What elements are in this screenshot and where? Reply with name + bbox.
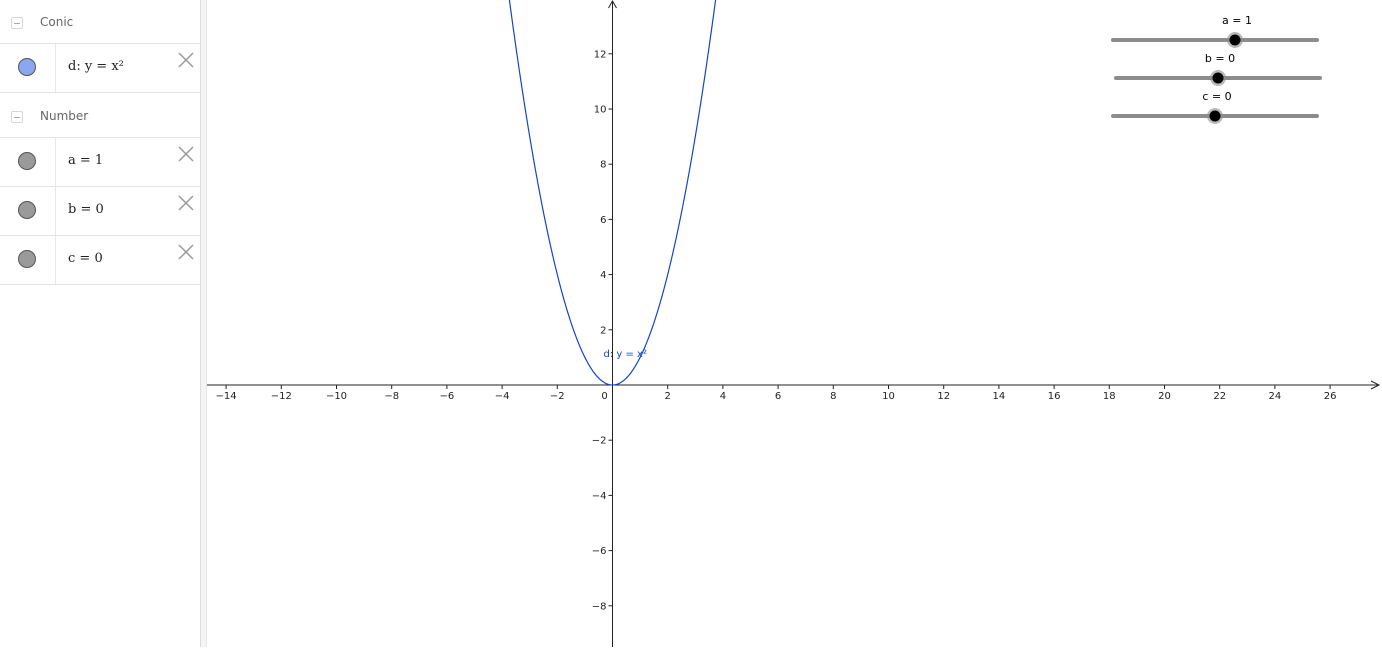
x-tick-label: −4 (495, 391, 510, 402)
marble-cell (0, 236, 56, 284)
algebra-item-c[interactable]: c = 0 (0, 236, 200, 285)
x-tick-label: 22 (1213, 391, 1226, 402)
group-header-conic[interactable]: Conic (0, 0, 200, 44)
visibility-toggle-icon[interactable] (18, 58, 36, 76)
slider-label: a = 1 (1222, 14, 1252, 27)
formula-b[interactable]: b = 0 (68, 202, 104, 217)
x-tick-label: 8 (830, 391, 836, 402)
graphics-view[interactable]: −14 −12 −10 −8 −6 −4 −2 0 2 4 6 8 10 12 14 16 18 20 22 24 26… (207, 0, 1382, 647)
y-tick-label: 6 (600, 215, 606, 226)
panel-divider[interactable] (200, 0, 207, 647)
y-tick-label: −6 (592, 546, 607, 557)
slider-knob[interactable] (1209, 110, 1221, 122)
y-tick-label: 2 (600, 325, 606, 336)
y-tick-label: 4 (600, 270, 606, 281)
group-label: Number (40, 109, 89, 123)
y-tick-label: −2 (592, 436, 607, 447)
collapse-icon[interactable] (11, 17, 23, 29)
x-tick-label: 18 (1103, 391, 1116, 402)
slider-label: b = 0 (1205, 52, 1235, 65)
collapse-icon[interactable] (11, 111, 23, 123)
formula-d[interactable]: d: y = x² (68, 59, 124, 74)
slider-c[interactable]: c = 0 (1111, 90, 1319, 124)
x-tick-label: 16 (1048, 391, 1061, 402)
x-tick-label: 0 (601, 391, 607, 402)
slider-a[interactable]: a = 1 (1111, 14, 1319, 48)
delete-icon[interactable] (176, 144, 196, 164)
group-header-number[interactable]: Number (0, 94, 200, 138)
y-tick-label: 10 (594, 105, 607, 116)
y-tick-label: −4 (592, 491, 607, 502)
y-tick-label: 12 (594, 49, 607, 60)
algebra-item-d[interactable]: d: y = x² (0, 44, 200, 93)
visibility-toggle-icon[interactable] (18, 201, 36, 219)
x-tick-label: 14 (993, 391, 1006, 402)
delete-icon[interactable] (176, 242, 196, 262)
x-tick-label: −12 (271, 391, 292, 402)
x-tick-label: 10 (882, 391, 895, 402)
x-tick-label: −14 (216, 391, 237, 402)
sliders[interactable]: a = 1 b = 0 c = 0 (1111, 14, 1322, 124)
x-tick-label: −6 (440, 391, 455, 402)
x-tick-label: 20 (1158, 391, 1171, 402)
y-tick-label: −8 (592, 601, 607, 612)
x-tick-label: 4 (720, 391, 726, 402)
x-tick-label: 12 (937, 391, 950, 402)
x-tick-label: −10 (326, 391, 347, 402)
visibility-toggle-icon[interactable] (18, 250, 36, 268)
marble-cell (0, 187, 56, 235)
slider-label: c = 0 (1202, 90, 1231, 103)
x-tick-label: 24 (1269, 391, 1282, 402)
algebra-item-a[interactable]: a = 1 (0, 138, 200, 187)
x-tick-label: 26 (1324, 391, 1337, 402)
x-tick-label: −2 (550, 391, 565, 402)
marble-cell (0, 44, 56, 92)
marble-cell (0, 138, 56, 186)
slider-knob[interactable] (1229, 34, 1241, 46)
group-label: Conic (40, 15, 74, 29)
algebra-view: Conic d: y = x² Number a = 1 b = 0 c = 0 (0, 0, 200, 647)
curve-label[interactable]: d: y = x² (604, 349, 647, 360)
delete-icon[interactable] (176, 50, 196, 70)
x-tick-label: 6 (775, 391, 781, 402)
algebra-item-b[interactable]: b = 0 (0, 187, 200, 236)
formula-a[interactable]: a = 1 (68, 153, 103, 168)
slider-knob[interactable] (1212, 72, 1224, 84)
y-axis-ticks: −8 −6 −4 −2 2 4 6 8 10 12 (592, 49, 613, 612)
slider-b[interactable]: b = 0 (1114, 52, 1322, 86)
y-tick-label: 8 (600, 160, 606, 171)
visibility-toggle-icon[interactable] (18, 152, 36, 170)
delete-icon[interactable] (176, 193, 196, 213)
x-tick-label: −8 (384, 391, 399, 402)
x-axis-ticks: −14 −12 −10 −8 −6 −4 −2 0 2 4 6 8 10 12 14 16 18 20 22 24 26 (216, 385, 1337, 402)
formula-c[interactable]: c = 0 (68, 251, 103, 266)
x-tick-label: 2 (665, 391, 671, 402)
graphics-canvas[interactable]: −14 −12 −10 −8 −6 −4 −2 0 2 4 6 8 10 12 14 16 18 20 22 24 26… (207, 0, 1382, 647)
